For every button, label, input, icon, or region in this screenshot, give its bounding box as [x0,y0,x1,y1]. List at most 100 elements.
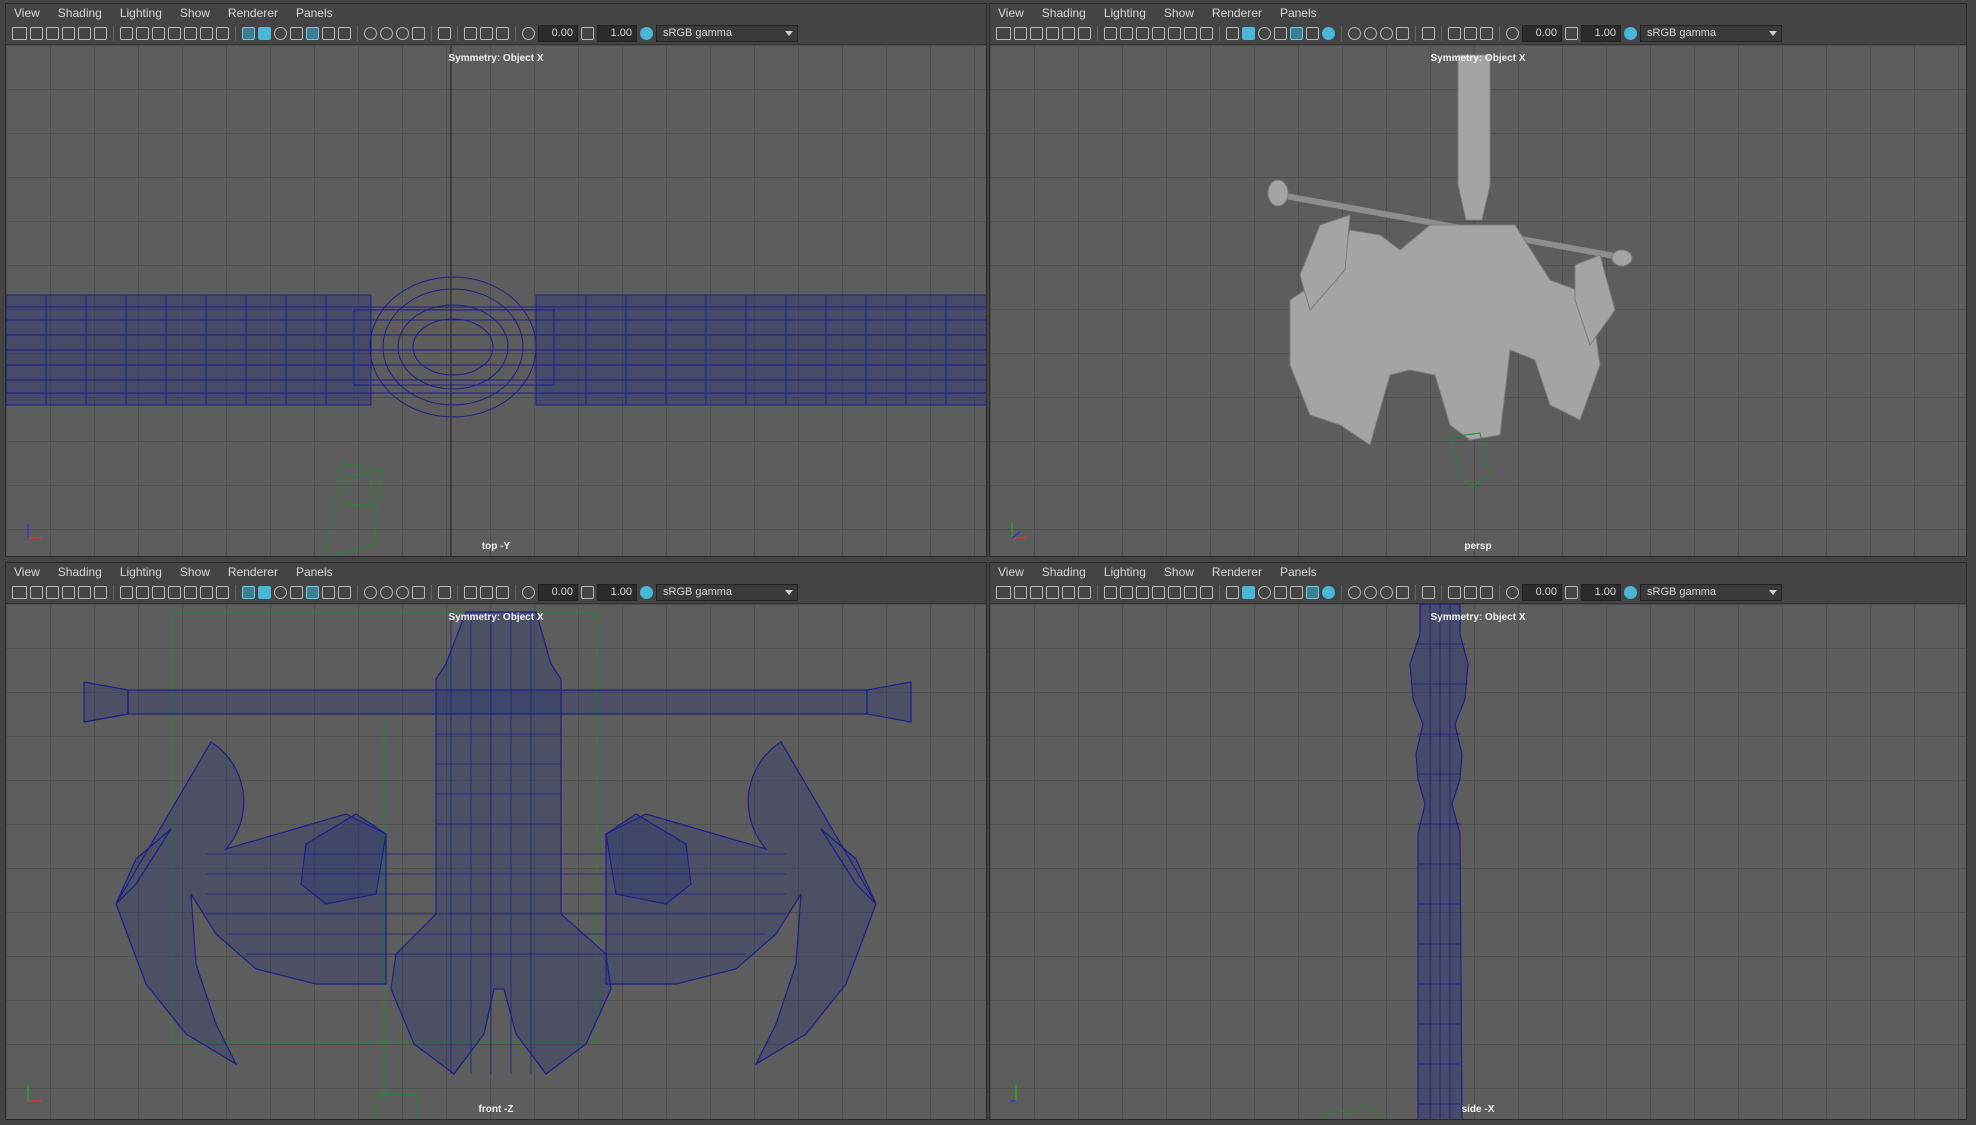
grease-pencil-icon[interactable] [94,27,107,40]
viewport-canvas-front[interactable]: Symmetry: Object X front -Z [6,604,986,1119]
two-d-pan-icon[interactable] [1062,27,1075,40]
anti-aliasing-icon[interactable] [396,27,409,40]
grease-pencil-icon[interactable] [94,586,107,599]
camera-attributes-icon[interactable] [30,27,43,40]
anti-aliasing-icon[interactable] [396,586,409,599]
color-management-icon[interactable] [1624,27,1637,40]
view-transform-dropdown[interactable]: sRGB gamma [1640,25,1782,42]
view-transform-dropdown[interactable]: sRGB gamma [656,25,798,42]
menu-view[interactable]: View [14,563,40,582]
safe-title-icon[interactable] [216,27,229,40]
menu-lighting[interactable]: Lighting [1104,4,1146,23]
xray-icon[interactable] [1448,586,1461,599]
light-icon[interactable] [1306,27,1319,40]
viewport-canvas-side[interactable]: Symmetry: Object X side -X [990,604,1966,1119]
gamma-field[interactable]: 1.00 [597,25,637,42]
exposure-field[interactable]: 0.00 [538,584,578,601]
xray-icon[interactable] [1448,27,1461,40]
menu-shading[interactable]: Shading [1042,563,1086,582]
xray-icon[interactable] [464,27,477,40]
textured-icon[interactable] [1290,586,1303,599]
isolate-icon[interactable] [1422,586,1435,599]
anti-aliasing-icon[interactable] [1380,586,1393,599]
shadows-icon[interactable] [338,586,351,599]
gate-mask-icon[interactable] [168,27,181,40]
resolution-gate-icon[interactable] [1136,586,1149,599]
menu-view[interactable]: View [14,4,40,23]
viewport-canvas-persp[interactable]: Symmetry: Object X persp [990,45,1966,556]
bookmark-icon[interactable] [1030,27,1043,40]
color-management-icon[interactable] [640,586,653,599]
wireframe-icon[interactable] [242,27,255,40]
default-material-icon[interactable] [1258,27,1271,40]
bookmark-icon[interactable] [46,586,59,599]
textured-icon[interactable] [1290,27,1303,40]
viewport-panel-side[interactable]: View Shading Lighting Show Renderer Pane… [989,562,1967,1120]
screen-space-ao-icon[interactable] [364,27,377,40]
camera-icon[interactable] [996,586,1011,599]
camera-icon[interactable] [996,27,1011,40]
safe-action-icon[interactable] [200,586,213,599]
light-icon[interactable] [1306,586,1319,599]
xray-active-icon[interactable] [496,27,509,40]
menu-renderer[interactable]: Renderer [228,563,278,582]
default-material-icon[interactable] [274,586,287,599]
exposure-icon[interactable] [1506,586,1519,599]
gamma-field[interactable]: 1.00 [597,584,637,601]
view-transform-dropdown[interactable]: sRGB gamma [1640,584,1782,601]
light-icon[interactable] [322,27,335,40]
textured-icon[interactable] [306,586,319,599]
menu-renderer[interactable]: Renderer [1212,563,1262,582]
isolate-icon[interactable] [438,27,451,40]
xray-active-icon[interactable] [496,586,509,599]
anti-aliasing-icon[interactable] [1380,27,1393,40]
exposure-icon[interactable] [522,27,535,40]
smooth-shade-icon[interactable] [258,586,271,599]
resolution-gate-icon[interactable] [152,586,165,599]
smooth-shade-icon[interactable] [1242,27,1255,40]
bookmark-icon[interactable] [1030,586,1043,599]
gamma-field[interactable]: 1.00 [1581,584,1621,601]
viewport-panel-top[interactable]: View Shading Lighting Show Renderer Pane… [5,3,987,557]
exposure-field[interactable]: 0.00 [1522,25,1562,42]
screen-space-ao-icon[interactable] [1348,586,1361,599]
gamma-icon[interactable] [581,586,594,599]
menu-lighting[interactable]: Lighting [120,4,162,23]
depth-of-field-icon[interactable] [412,27,425,40]
xray-joints-icon[interactable] [1464,586,1477,599]
bookmark-icon[interactable] [46,27,59,40]
menu-panels[interactable]: Panels [1280,4,1317,23]
safe-title-icon[interactable] [1200,586,1213,599]
two-d-pan-icon[interactable] [1062,586,1075,599]
xray-active-icon[interactable] [1480,27,1493,40]
isolate-icon[interactable] [438,586,451,599]
screen-space-ao-icon[interactable] [1348,27,1361,40]
film-gate-icon[interactable] [1120,27,1133,40]
menu-show[interactable]: Show [180,4,210,23]
xray-active-icon[interactable] [1480,586,1493,599]
camera-icon[interactable] [12,586,27,599]
menu-view[interactable]: View [998,563,1024,582]
view-transform-dropdown[interactable]: sRGB gamma [656,584,798,601]
camera-icon[interactable] [12,27,27,40]
viewport-canvas-top[interactable]: Symmetry: Object X top -Y [6,45,986,556]
two-d-pan-icon[interactable] [78,586,91,599]
grid-icon[interactable] [1104,27,1117,40]
safe-title-icon[interactable] [216,586,229,599]
menu-renderer[interactable]: Renderer [228,4,278,23]
menu-renderer[interactable]: Renderer [1212,4,1262,23]
screen-space-ao-icon[interactable] [364,586,377,599]
safe-action-icon[interactable] [1184,586,1197,599]
film-gate-icon[interactable] [136,27,149,40]
menu-show[interactable]: Show [1164,563,1194,582]
xray-icon[interactable] [464,586,477,599]
motion-blur-icon[interactable] [380,586,393,599]
exposure-field[interactable]: 0.00 [538,25,578,42]
menu-shading[interactable]: Shading [1042,4,1086,23]
motion-blur-icon[interactable] [1364,586,1377,599]
gamma-icon[interactable] [1565,586,1578,599]
grid-icon[interactable] [1104,586,1117,599]
smooth-shade-icon[interactable] [258,27,271,40]
textured-icon[interactable] [306,27,319,40]
default-material-icon[interactable] [274,27,287,40]
